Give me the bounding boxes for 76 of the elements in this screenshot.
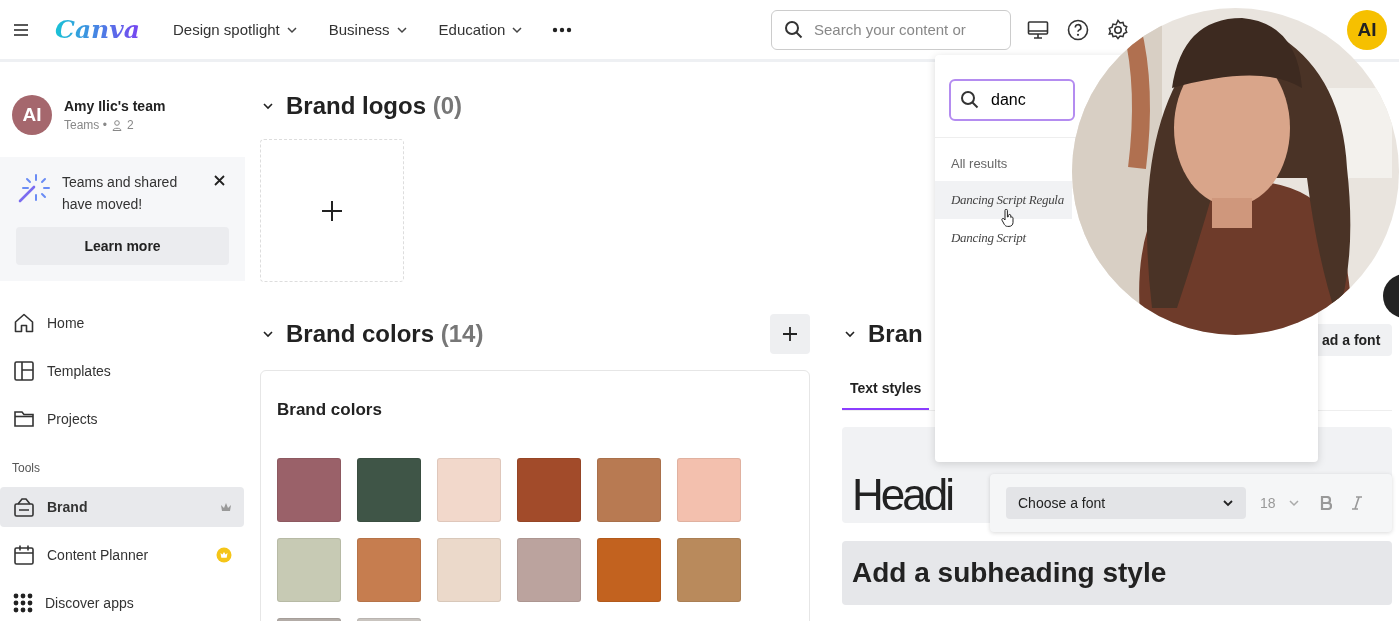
nav-menu[interactable]: Education (438, 21, 524, 38)
home-icon (13, 312, 35, 334)
add-logo-button[interactable] (260, 139, 404, 282)
search-icon (960, 90, 980, 110)
results-label: All results (951, 156, 1009, 171)
nav-menu[interactable]: Business (328, 21, 408, 38)
brand-kit-icon (13, 496, 35, 518)
sidebar-item[interactable]: Home (0, 303, 244, 343)
sidebar-item[interactable]: Content Planner (0, 535, 244, 575)
subheading-sample: Add a subheading style (852, 557, 1167, 589)
font-search-field[interactable]: danc (949, 79, 1075, 121)
crown-badge-icon (216, 547, 232, 563)
heading-sample: Headi (852, 473, 952, 517)
section-heading: Brand colors (14) (286, 320, 484, 348)
color-swatch[interactable] (277, 458, 341, 522)
monitor-icon[interactable] (1027, 19, 1049, 40)
plus-icon (321, 199, 343, 222)
color-swatch[interactable] (517, 458, 581, 522)
learn-more-button[interactable]: Learn more (16, 227, 229, 265)
section-heading: Bran (868, 320, 923, 348)
chevron-icon[interactable] (844, 330, 856, 338)
sidebar-item[interactable]: Projects (0, 399, 244, 439)
layout-icon (13, 360, 35, 382)
search-field[interactable]: Search your content or (771, 9, 1011, 50)
sidebar-item[interactable]: Brand (0, 487, 244, 527)
team-name[interactable]: Amy Ilic's team (64, 98, 166, 114)
crown-icon (220, 502, 232, 512)
font-result[interactable]: Dancing Script (935, 219, 1072, 257)
caret-icon (285, 25, 298, 34)
color-swatch[interactable] (677, 538, 741, 602)
caret-icon (1222, 499, 1234, 507)
section-label: Tools (11, 461, 41, 475)
bold-icon[interactable] (1319, 496, 1332, 510)
caret-icon[interactable] (1287, 499, 1300, 507)
notice-text: Teams and shared have moved! (62, 173, 179, 214)
font-dropdown[interactable]: Choose a font (1006, 487, 1246, 519)
calendar-icon (13, 544, 35, 566)
search-icon (784, 19, 804, 40)
member-count: 2 (126, 118, 134, 132)
color-swatch[interactable] (357, 538, 421, 602)
nav-menu[interactable]: Design spotlight (173, 21, 298, 38)
plus-icon (782, 326, 798, 342)
font-result[interactable]: Dancing Script Regula (935, 181, 1072, 219)
sidebar-item[interactable]: Discover apps (0, 583, 244, 621)
team-avatar[interactable]: AI (12, 95, 52, 135)
tab[interactable]: Text styles (842, 370, 930, 410)
more-icon[interactable] (552, 26, 573, 33)
color-swatch[interactable] (437, 458, 501, 522)
color-swatch[interactable] (357, 458, 421, 522)
hand-cursor-icon (1001, 209, 1015, 227)
help-icon[interactable] (1067, 18, 1089, 41)
color-swatch[interactable] (277, 538, 341, 602)
card-title: Brand colors (277, 400, 383, 420)
team-type: Teams • (64, 118, 107, 132)
caret-icon (511, 25, 524, 34)
caret-icon (395, 25, 408, 34)
add-button[interactable] (770, 314, 810, 354)
menu-icon[interactable] (13, 22, 29, 37)
chevron-icon[interactable] (262, 102, 274, 110)
person-icon (111, 119, 122, 131)
magic-wand-icon (16, 171, 50, 205)
color-swatch[interactable] (517, 538, 581, 602)
italic-icon[interactable] (1351, 496, 1362, 510)
apps-grid-icon (13, 593, 33, 613)
color-swatch[interactable] (677, 458, 741, 522)
color-swatch[interactable] (597, 538, 661, 602)
color-swatch[interactable] (437, 538, 501, 602)
settings-icon[interactable] (1107, 18, 1129, 41)
color-swatch[interactable] (597, 458, 661, 522)
section-heading: Brand logos (0) (286, 92, 462, 120)
sidebar-item[interactable]: Templates (0, 351, 244, 391)
folder-icon (13, 408, 35, 430)
close-icon[interactable] (214, 175, 225, 186)
subheading-style-card[interactable]: Add a subheading style (842, 541, 1392, 605)
user-avatar[interactable]: AI (1347, 9, 1387, 50)
chevron-icon[interactable] (262, 330, 274, 338)
